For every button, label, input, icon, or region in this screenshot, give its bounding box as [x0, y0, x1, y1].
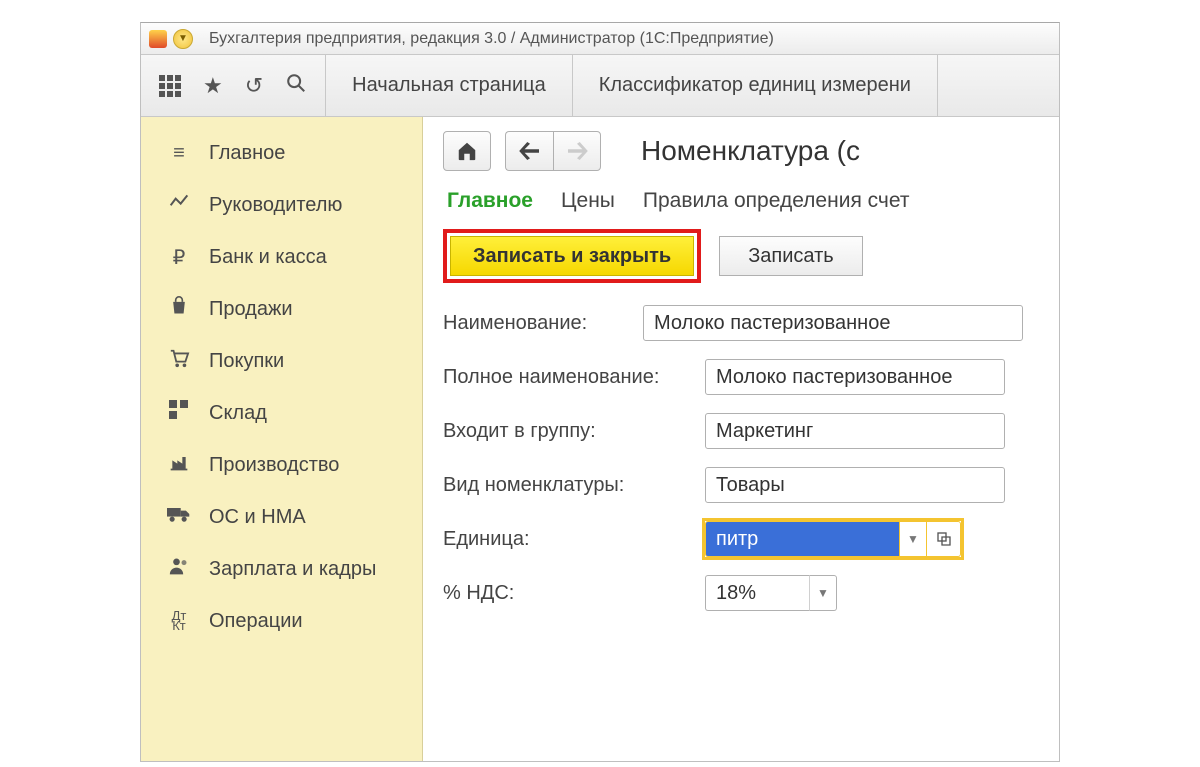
titlebar-dropdown-button[interactable]: ▼ [173, 29, 193, 49]
row-unit: Единица: ▼ [443, 521, 1059, 557]
sidebar-item-label: Производство [209, 454, 339, 477]
sidebar-item-hr[interactable]: Зарплата и кадры [141, 543, 422, 595]
ops-icon: ДтКт [165, 611, 193, 631]
row-fullname: Полное наименование: [443, 359, 1059, 395]
unit-combo: ▼ [705, 521, 961, 557]
tab-home-page[interactable]: Начальная страница [326, 55, 573, 116]
row-vat: % НДС: ▼ [443, 575, 1059, 611]
history-icon[interactable]: ↺ [245, 73, 263, 99]
main-header: Номенклатура (с [443, 131, 1059, 171]
action-row: Записать и закрыть Записать [443, 229, 1059, 283]
group-label: Входит в группу: [443, 420, 705, 443]
name-input[interactable] [643, 305, 1023, 341]
save-close-highlight: Записать и закрыть [443, 229, 701, 283]
kind-input[interactable] [705, 467, 1005, 503]
sidebar-item-label: Главное [209, 142, 285, 165]
fullname-input[interactable] [705, 359, 1005, 395]
tab-classifier[interactable]: Классификатор единиц измерени [573, 55, 938, 116]
star-icon[interactable]: ★ [203, 73, 223, 99]
app-title: Бухгалтерия предприятия, редакция 3.0 / … [209, 30, 774, 48]
search-icon[interactable] [285, 72, 307, 100]
apps-icon[interactable] [159, 75, 181, 97]
sidebar-item-label: Банк и касса [209, 246, 327, 269]
row-name: Наименование: [443, 305, 1059, 341]
row-kind: Вид номенклатуры: [443, 467, 1059, 503]
row-group: Входит в группу: [443, 413, 1059, 449]
sub-nav: Главное Цены Правила определения счет [447, 189, 1059, 213]
save-and-close-button[interactable]: Записать и закрыть [450, 236, 694, 276]
main-panel: Номенклатура (с Главное Цены Правила опр… [423, 117, 1059, 761]
toolbar: ★ ↺ Начальная страница Классификатор еди… [141, 55, 1059, 117]
app-logo-icon [149, 30, 167, 48]
sidebar-item-label: Операции [209, 610, 303, 633]
chart-icon [165, 193, 193, 217]
app-window: ▼ Бухгалтерия предприятия, редакция 3.0 … [140, 22, 1060, 762]
sidebar-item-label: Руководителю [209, 194, 342, 217]
save-button[interactable]: Записать [719, 236, 862, 276]
vat-input[interactable] [705, 575, 809, 611]
unit-dropdown-button[interactable]: ▼ [899, 521, 927, 557]
sidebar-item-label: Продажи [209, 298, 293, 321]
titlebar: ▼ Бухгалтерия предприятия, редакция 3.0 … [141, 23, 1059, 55]
sidebar-item-manager[interactable]: Руководителю [141, 179, 422, 231]
factory-icon [165, 452, 193, 478]
sidebar-item-assets[interactable]: ОС и НМА [141, 491, 422, 543]
group-input[interactable] [705, 413, 1005, 449]
subnav-rules[interactable]: Правила определения счет [643, 189, 910, 213]
unit-label: Единица: [443, 528, 705, 551]
sidebar-item-warehouse[interactable]: Склад [141, 387, 422, 439]
vat-label: % НДС: [443, 582, 705, 605]
sidebar-item-operations[interactable]: ДтКт Операции [141, 595, 422, 647]
sidebar-item-bank[interactable]: ₽ Банк и касса [141, 231, 422, 283]
forward-button[interactable] [553, 131, 601, 171]
person-icon [165, 556, 193, 582]
sidebar-item-label: ОС и НМА [209, 506, 306, 529]
back-button[interactable] [505, 131, 553, 171]
subnav-main[interactable]: Главное [447, 189, 533, 213]
kind-label: Вид номенклатуры: [443, 474, 705, 497]
sidebar-item-production[interactable]: Производство [141, 439, 422, 491]
body: ≡ Главное Руководителю ₽ Банк и касса Пр… [141, 117, 1059, 761]
boxes-icon [165, 400, 193, 426]
vat-dropdown-button[interactable]: ▼ [809, 575, 837, 611]
ruble-icon: ₽ [165, 245, 193, 270]
sidebar-item-purchases[interactable]: Покупки [141, 335, 422, 387]
subnav-prices[interactable]: Цены [561, 189, 615, 213]
sidebar-item-label: Зарплата и кадры [209, 558, 376, 581]
nav-group [505, 131, 601, 171]
home-button[interactable] [443, 131, 491, 171]
unit-open-button[interactable] [927, 521, 961, 557]
page-title: Номенклатура (с [641, 135, 860, 167]
toolbar-icon-group: ★ ↺ [141, 55, 326, 116]
fullname-label: Полное наименование: [443, 366, 705, 389]
menu-icon: ≡ [165, 142, 193, 165]
unit-input[interactable] [705, 521, 899, 557]
vat-combo: ▼ [705, 575, 837, 611]
sidebar-item-main[interactable]: ≡ Главное [141, 127, 422, 179]
cart-icon [165, 348, 193, 374]
sidebar-item-label: Склад [209, 402, 267, 425]
name-label: Наименование: [443, 312, 643, 335]
sidebar-item-label: Покупки [209, 350, 284, 373]
sidebar: ≡ Главное Руководителю ₽ Банк и касса Пр… [141, 117, 423, 761]
truck-icon [165, 505, 193, 529]
sidebar-item-sales[interactable]: Продажи [141, 283, 422, 335]
bag-icon [165, 296, 193, 322]
